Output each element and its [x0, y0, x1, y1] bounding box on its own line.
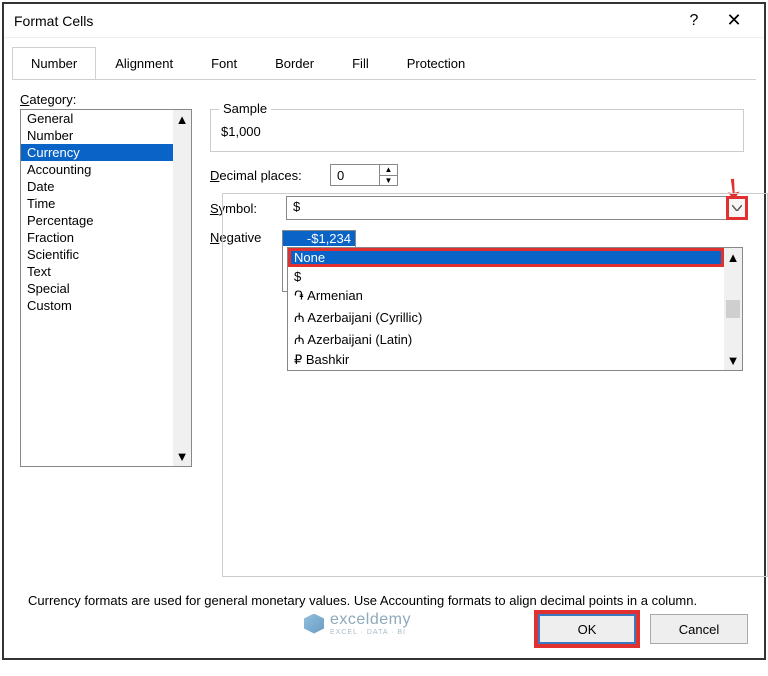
category-item-special[interactable]: Special: [21, 280, 191, 297]
symbol-label: Symbol:: [210, 201, 276, 216]
dropdown-scrollbar[interactable]: ▲▼: [724, 248, 742, 370]
decimal-places-input[interactable]: [330, 164, 380, 186]
category-item-accounting[interactable]: Accounting: [21, 161, 191, 178]
close-button[interactable]: ✕: [714, 10, 754, 31]
symbol-option-bashkir[interactable]: ₽ Bashkir: [288, 350, 724, 370]
category-scrollbar[interactable]: ▲▼: [173, 110, 191, 466]
spinner-down-icon[interactable]: ▼: [380, 176, 397, 186]
category-item-number[interactable]: Number: [21, 127, 191, 144]
symbol-option-none[interactable]: None: [288, 248, 724, 267]
ok-button[interactable]: OK: [538, 614, 636, 644]
category-label: Category:: [20, 92, 748, 107]
category-item-custom[interactable]: Custom: [21, 297, 191, 314]
sample-group: Sample $1,000: [210, 109, 744, 152]
format-description: Currency formats are used for general mo…: [28, 592, 748, 610]
tab-fill[interactable]: Fill: [333, 47, 388, 80]
chevron-down-icon: [732, 205, 742, 211]
negative-item-0[interactable]: -$1,234: [283, 231, 355, 246]
symbol-dropdown-button[interactable]: [726, 196, 748, 220]
category-item-fraction[interactable]: Fraction: [21, 229, 191, 246]
symbol-option-azerbaijani-cyrillic[interactable]: ₼ Azerbaijani (Cyrillic): [288, 306, 724, 328]
watermark-subtext: EXCEL · DATA · BI: [330, 629, 411, 636]
decimal-places-spinner[interactable]: ▲▼: [330, 164, 398, 186]
dialog-buttons: OK Cancel: [538, 614, 748, 644]
format-cells-dialog: Format Cells ? ✕ Number Alignment Font B…: [2, 2, 766, 660]
category-item-currency[interactable]: Currency: [21, 144, 191, 161]
tab-protection[interactable]: Protection: [388, 47, 485, 80]
sample-legend: Sample: [219, 101, 271, 116]
category-item-scientific[interactable]: Scientific: [21, 246, 191, 263]
category-item-general[interactable]: General: [21, 110, 191, 127]
cancel-button[interactable]: Cancel: [650, 614, 748, 644]
category-item-percentage[interactable]: Percentage: [21, 212, 191, 229]
dialog-title: Format Cells: [14, 13, 674, 29]
symbol-select[interactable]: $: [286, 196, 726, 220]
sample-value: $1,000: [221, 120, 733, 139]
symbol-option-azerbaijani-latin[interactable]: ₼ Azerbaijani (Latin): [288, 328, 724, 350]
tab-number[interactable]: Number: [12, 47, 96, 80]
watermark-logo-icon: [304, 614, 324, 634]
decimal-places-label: Decimal places:: [210, 168, 320, 183]
tab-font[interactable]: Font: [192, 47, 256, 80]
category-item-time[interactable]: Time: [21, 195, 191, 212]
watermark: exceldemy EXCEL · DATA · BI: [304, 611, 411, 636]
tab-strip: Number Alignment Font Border Fill Protec…: [12, 47, 756, 80]
category-item-text[interactable]: Text: [21, 263, 191, 280]
watermark-text: exceldemy: [330, 611, 411, 629]
category-listbox[interactable]: General Number Currency Accounting Date …: [20, 109, 192, 467]
symbol-option-dollar[interactable]: $: [288, 267, 724, 286]
tab-alignment[interactable]: Alignment: [96, 47, 192, 80]
category-item-date[interactable]: Date: [21, 178, 191, 195]
help-button[interactable]: ?: [674, 12, 714, 30]
titlebar: Format Cells ? ✕: [4, 4, 764, 38]
spinner-arrows[interactable]: ▲▼: [380, 164, 398, 186]
symbol-option-armenian[interactable]: ֏ Armenian: [288, 286, 724, 306]
negative-numbers-label: Negative: [210, 230, 276, 245]
tab-border[interactable]: Border: [256, 47, 333, 80]
spinner-up-icon[interactable]: ▲: [380, 165, 397, 176]
symbol-dropdown-list[interactable]: None $ ֏ Armenian ₼ Azerbaijani (Cyrilli…: [287, 247, 743, 371]
